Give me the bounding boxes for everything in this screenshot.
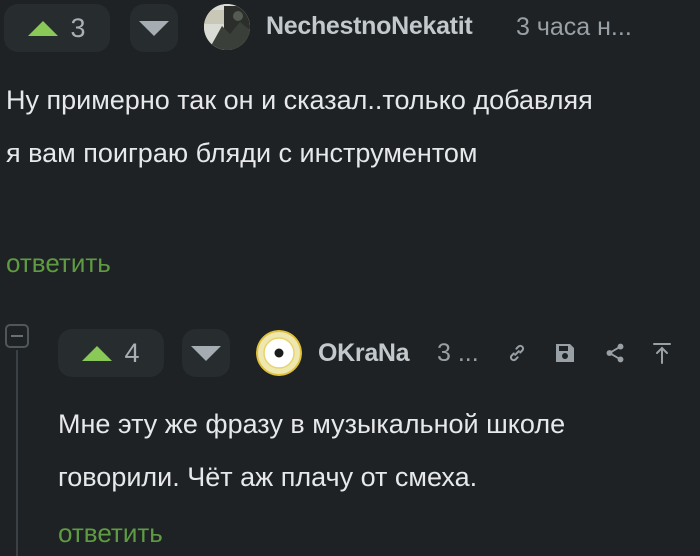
link-icon[interactable] <box>503 339 531 367</box>
share-icon[interactable] <box>601 339 629 367</box>
save-icon[interactable] <box>551 339 579 367</box>
avatar[interactable] <box>256 330 302 376</box>
author-name[interactable]: OKraNa <box>318 339 410 368</box>
avatar-image <box>204 4 250 50</box>
upvote-arrow-icon <box>82 345 113 361</box>
collapse-thread-button[interactable] <box>5 324 29 348</box>
avatar-image <box>256 330 302 376</box>
downvote-arrow-icon <box>191 345 221 361</box>
thread-line[interactable] <box>16 350 18 556</box>
upvote-button[interactable]: 4 <box>58 329 164 377</box>
downvote-arrow-icon <box>139 20 169 36</box>
reply-link[interactable]: ответить <box>6 248 111 279</box>
comment-time[interactable]: 3 ... <box>437 339 479 368</box>
upvote-button[interactable]: 3 <box>4 4 110 52</box>
comment-time[interactable]: 3 часа н... <box>516 13 632 42</box>
avatar[interactable] <box>204 4 250 50</box>
comment-text: Мне эту же фразу в музыкальной школе гов… <box>58 409 566 492</box>
downvote-button[interactable] <box>130 4 178 52</box>
rating-count: 3 <box>70 12 86 43</box>
author-name[interactable]: NechestnoNekatit <box>266 12 473 41</box>
downvote-button[interactable] <box>182 329 230 377</box>
scroll-to-top-icon[interactable] <box>648 339 676 367</box>
upvote-arrow-icon <box>28 20 59 36</box>
reply-link[interactable]: ответить <box>58 518 163 549</box>
rating-count: 4 <box>124 337 140 368</box>
comment-text: Ну примерно так он и сказал..только доба… <box>6 85 593 168</box>
